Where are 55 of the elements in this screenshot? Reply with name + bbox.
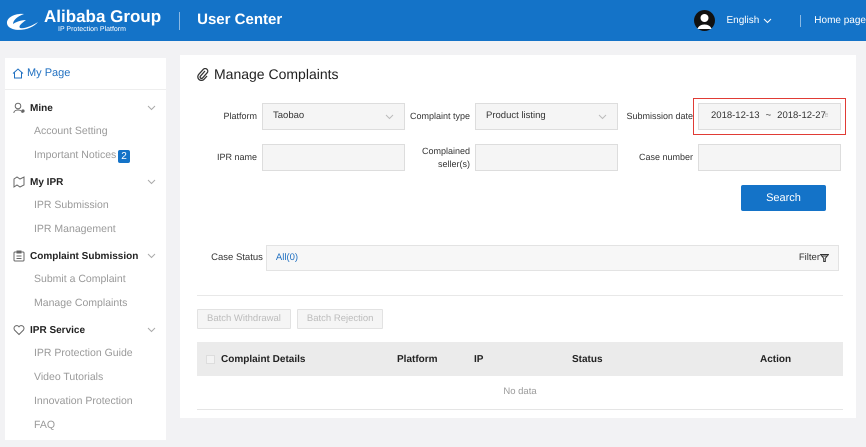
input-field[interactable] (475, 144, 618, 171)
filter-icon (820, 254, 829, 262)
empty-table-message: No data (503, 385, 537, 400)
column-header: Action (760, 352, 792, 366)
select-field[interactable]: Taobao (262, 103, 405, 130)
filter-button[interactable]: Filter (798, 250, 829, 266)
sidebar-item[interactable]: Account Setting (34, 124, 108, 140)
language-dropdown[interactable]: English (726, 13, 772, 28)
sidebar-item[interactable]: Important Notices (34, 148, 116, 164)
case-status-label: Case Status (210, 250, 264, 265)
home-icon (12, 68, 24, 79)
sidebar-item[interactable]: FAQ (34, 418, 56, 434)
sidebar-item[interactable]: IPR Submission (34, 198, 109, 214)
home-page-link[interactable]: Home page (814, 13, 866, 28)
sidebar-group-title[interactable]: My IPR (30, 174, 142, 190)
sidebar-item[interactable]: IPR Management (34, 222, 116, 238)
input-field[interactable] (698, 144, 841, 171)
field-label: Platform (222, 110, 257, 123)
heart-icon (13, 324, 25, 336)
sidebar-item[interactable]: Innovation Protection (34, 394, 133, 410)
sidebar-group-title[interactable]: Complaint Submission (30, 248, 142, 264)
clipboard-icon (13, 250, 25, 262)
case-status-option[interactable]: All(0) (276, 250, 298, 266)
map-icon (13, 176, 25, 188)
brand-name: Alibaba Group (44, 8, 162, 25)
chevron-down-icon (385, 114, 394, 120)
notice-count-badge: 2 (118, 150, 130, 162)
sidebar-home-item[interactable]: My Page (5, 58, 166, 90)
user-icon (13, 102, 25, 114)
paperclip-icon (197, 68, 209, 80)
field-label: Complained seller(s) (420, 144, 470, 170)
sidebar-group-title[interactable]: Mine (30, 100, 142, 116)
column-header: IP (474, 352, 484, 366)
page-title: Manage Complaints (214, 64, 339, 84)
chevron-down-icon (763, 18, 772, 24)
field-label: Complaint type (410, 110, 470, 123)
calendar-icon (824, 110, 828, 118)
sidebar-item[interactable]: Video Tutorials (34, 370, 104, 386)
column-header: Platform (397, 352, 439, 366)
column-header: Status (572, 352, 604, 366)
avatar-icon[interactable] (694, 10, 716, 31)
date-range-field[interactable]: 2018-12-13 ~ 2018-12-27 (698, 103, 841, 130)
input-field[interactable] (262, 144, 405, 171)
sidebar-group-title[interactable]: IPR Service (30, 322, 142, 338)
sidebar-item[interactable]: Manage Complaints (34, 296, 128, 312)
search-button[interactable]: Search (741, 185, 826, 211)
field-label: Case number (638, 151, 693, 164)
field-label: Submission date (625, 110, 693, 123)
column-header: Complaint Details (220, 352, 306, 366)
chevron-down-icon (598, 114, 607, 120)
sidebar-item[interactable]: Submit a Complaint (34, 272, 126, 288)
select-field[interactable]: Product listing (475, 103, 618, 130)
sidebar-item[interactable]: IPR Protection Guide (34, 346, 133, 362)
field-label: IPR name (216, 151, 257, 164)
app-title: User Center (197, 10, 282, 30)
